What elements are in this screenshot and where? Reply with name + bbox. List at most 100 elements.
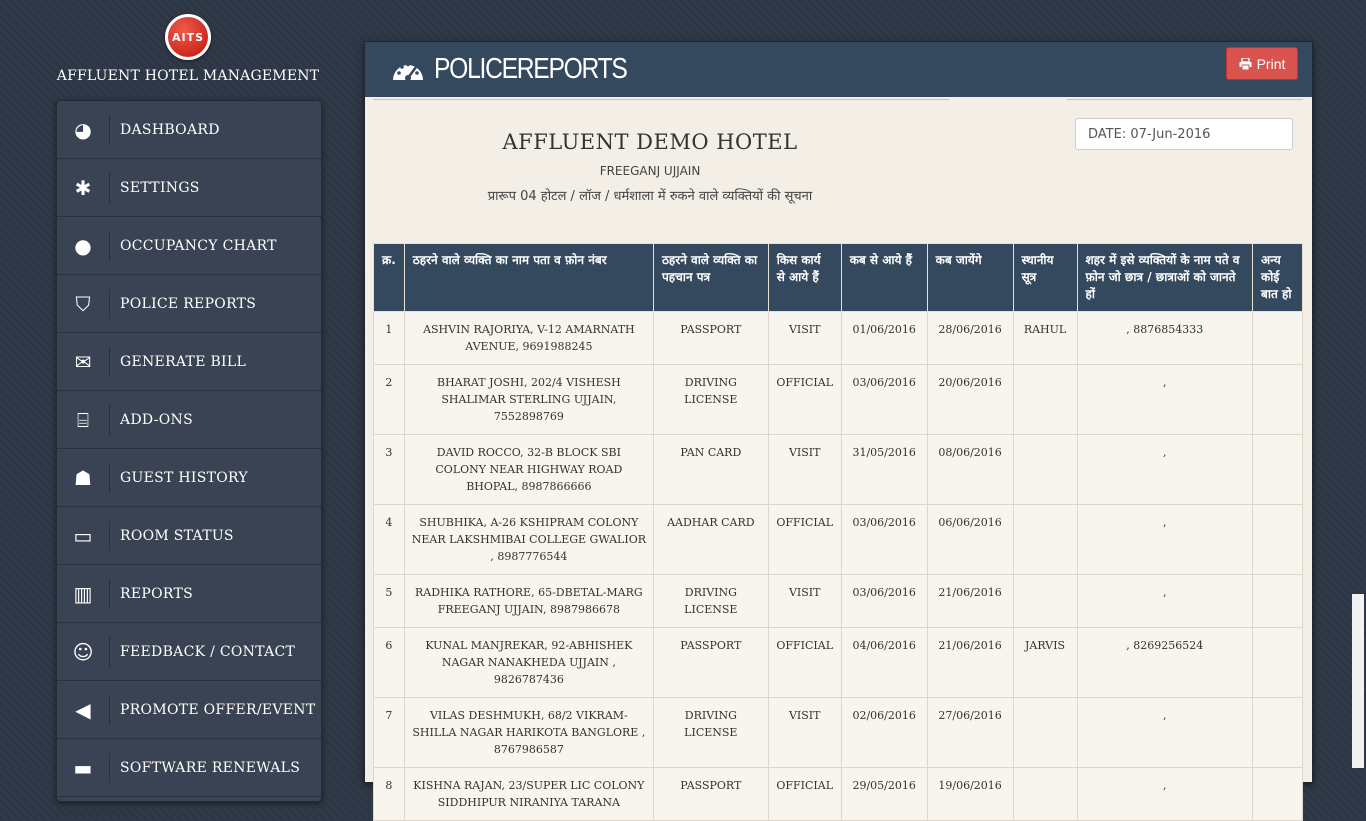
separator (109, 114, 110, 145)
table-cell: 20/06/2016 (926, 364, 1014, 435)
dashboard-icon: ◕ (74, 117, 92, 142)
table-cell: DRIVING LICENSE (652, 364, 769, 435)
table-cell: , (1076, 364, 1254, 435)
sidebar-item-promote-offer-event[interactable]: ◀ PROMOTE OFFER/EVENT (57, 681, 321, 739)
column-header: शहर में इसे व्यक्तियों के नाम पते व फ़ोन… (1076, 243, 1254, 312)
gift-icon: ⌸ (77, 407, 89, 432)
table-row: 7 VILAS DESHMUKH, 68/2 VIKRAM-SHILLA NAGA… (373, 697, 1303, 768)
page-scrollbar-thumb[interactable] (1352, 594, 1364, 768)
column-header: किस कार्य से आये हैं (767, 243, 842, 312)
table-cell: DAVID ROCCO, 32-B BLOCK SBI COLONY NEAR … (403, 434, 654, 505)
separator (109, 288, 110, 319)
table-cell: PASSPORT (652, 627, 769, 698)
table-cell: VISIT (767, 697, 842, 768)
table-cell: RAHUL (1012, 311, 1078, 365)
page-title: POLICEREPORTS (434, 53, 628, 85)
aits-logo[interactable]: AITS (165, 14, 211, 60)
separator (109, 346, 110, 377)
table-cell: AADHAR CARD (652, 504, 769, 575)
table-cell (1012, 504, 1078, 575)
table-cell: DRIVING LICENSE (652, 697, 769, 768)
table-cell: PAN CARD (652, 434, 769, 505)
shield-icon: ⛉ (75, 291, 91, 316)
sidebar-item-police-reports[interactable]: ⛉ POLICE REPORTS (57, 275, 321, 333)
table-cell: VISIT (767, 574, 842, 628)
table-cell: 06/06/2016 (926, 504, 1014, 575)
bed-icon: ▭ (73, 523, 93, 548)
table-row: 4 SHUBHIKA, A-26 KSHIPRAM COLONY NEAR LAK… (373, 504, 1303, 575)
table-cell: , (1076, 697, 1254, 768)
table-row: 8 KISHNA RAJAN, 23/SUPER LIC COLONY SIDDH… (373, 767, 1303, 821)
separator (109, 520, 110, 551)
table-cell: , (1076, 767, 1254, 821)
table-cell: BHARAT JOSHI, 202/4 VISHESH SHALIMAR STE… (403, 364, 654, 435)
table-cell (1252, 767, 1303, 821)
table-cell (1252, 434, 1303, 505)
sidebar-item-label: SETTINGS (120, 179, 200, 196)
column-header: कब जायेंगे (926, 243, 1014, 312)
table-cell: DRIVING LICENSE (652, 574, 769, 628)
table-cell (1252, 574, 1303, 628)
table-cell: 27/06/2016 (926, 697, 1014, 768)
sidebar-item-feedback-contact[interactable]: ☺ FEEDBACK / CONTACT (57, 623, 321, 681)
table-cell: 4 (373, 504, 405, 575)
sidebar-item-add-ons[interactable]: ⌸ ADD-ONS (57, 391, 321, 449)
table-cell: PASSPORT (652, 311, 769, 365)
sidebar-item-label: ROOM STATUS (120, 527, 234, 544)
table-cell: VISIT (767, 434, 842, 505)
sidebar-item-generate-bill[interactable]: ✉ GENERATE BILL (57, 333, 321, 391)
separator (109, 404, 110, 435)
table-cell: 03/06/2016 (840, 364, 928, 435)
table-cell: 28/06/2016 (926, 311, 1014, 365)
police-reports-panel: POLICEREPORTS Print AFFLUENT DEMO HOTEL … (364, 41, 1313, 821)
column-header: स्थानीय सूत्र (1012, 243, 1078, 312)
table-cell: OFFICIAL (767, 364, 842, 435)
table-cell: OFFICIAL (767, 504, 842, 575)
sidebar-item-label: ADD-ONS (120, 411, 193, 428)
sidebar-item-guest-history[interactable]: ☗ GUEST HISTORY (57, 449, 321, 507)
date-field[interactable]: DATE: 07-Jun-2016 (1075, 118, 1293, 150)
table-cell: , (1076, 434, 1254, 505)
sidebar-item-room-status[interactable]: ▭ ROOM STATUS (57, 507, 321, 565)
table-cell: 8 (373, 767, 405, 821)
table-cell (1252, 504, 1303, 575)
table-cell (1252, 311, 1303, 365)
separator (109, 694, 110, 725)
table-cell: KUNAL MANJREKAR, 92-ABHISHEK NAGAR NANAK… (403, 627, 654, 698)
table-row: 6 KUNAL MANJREKAR, 92-ABHISHEK NAGAR NANA… (373, 627, 1303, 698)
column-header: ठहरने वाले व्यक्ति का नाम पता व फ़ोन नंब… (403, 243, 654, 312)
table-cell: 21/06/2016 (926, 627, 1014, 698)
user-icon: ● (74, 233, 92, 258)
bullhorn-icon: ◀ (75, 697, 91, 722)
separator (109, 636, 110, 667)
print-button[interactable]: Print (1226, 47, 1298, 80)
sidebar-item-reports[interactable]: ▥ REPORTS (57, 565, 321, 623)
sidebar-item-occupancy-chart[interactable]: ● OCCUPANCY CHART (57, 217, 321, 275)
table-cell: OFFICIAL (767, 627, 842, 698)
table-cell: , (1076, 574, 1254, 628)
table-cell: 04/06/2016 (840, 627, 928, 698)
table-cell: KISHNA RAJAN, 23/SUPER LIC COLONY SIDDHI… (403, 767, 654, 821)
sidebar-item-settings[interactable]: ✱ SETTINGS (57, 159, 321, 217)
envelope-icon: ✉ (74, 349, 92, 374)
sidebar: ◕ DASHBOARD ✱ SETTINGS ● OCCUPANCY CHART ⛉ POLI… (56, 100, 322, 802)
table-cell (1252, 364, 1303, 435)
police-report-table: क्र. ठहरने वाले व्यक्ति का नाम पता व फ़ोन… (373, 243, 1303, 821)
column-header: कब से आये हैं (840, 243, 928, 312)
sidebar-item-label: OCCUPANCY CHART (120, 237, 277, 254)
table-cell: PASSPORT (652, 767, 769, 821)
table-cell: 19/06/2016 (926, 767, 1014, 821)
table-row: 5 RADHIKA RATHORE, 65-DBETAL-MARG FREEGAN… (373, 574, 1303, 628)
table-cell: 6 (373, 627, 405, 698)
panel-header: POLICEREPORTS Print (365, 42, 1312, 97)
separator (109, 578, 110, 609)
table-cell: 02/06/2016 (840, 697, 928, 768)
table-cell: SHUBHIKA, A-26 KSHIPRAM COLONY NEAR LAKS… (403, 504, 654, 575)
sidebar-item-software-renewals[interactable]: ▬ SOFTWARE RENEWALS (57, 739, 321, 797)
sidebar-item-dashboard[interactable]: ◕ DASHBOARD (57, 101, 321, 159)
table-cell (1012, 434, 1078, 505)
table-body: 1 ASHVIN RAJORIYA, V-12 AMARNATH AVENUE, … (373, 311, 1303, 821)
divider (373, 99, 949, 100)
logo-text: AITS (171, 30, 205, 44)
sidebar-item-label: REPORTS (120, 585, 193, 602)
